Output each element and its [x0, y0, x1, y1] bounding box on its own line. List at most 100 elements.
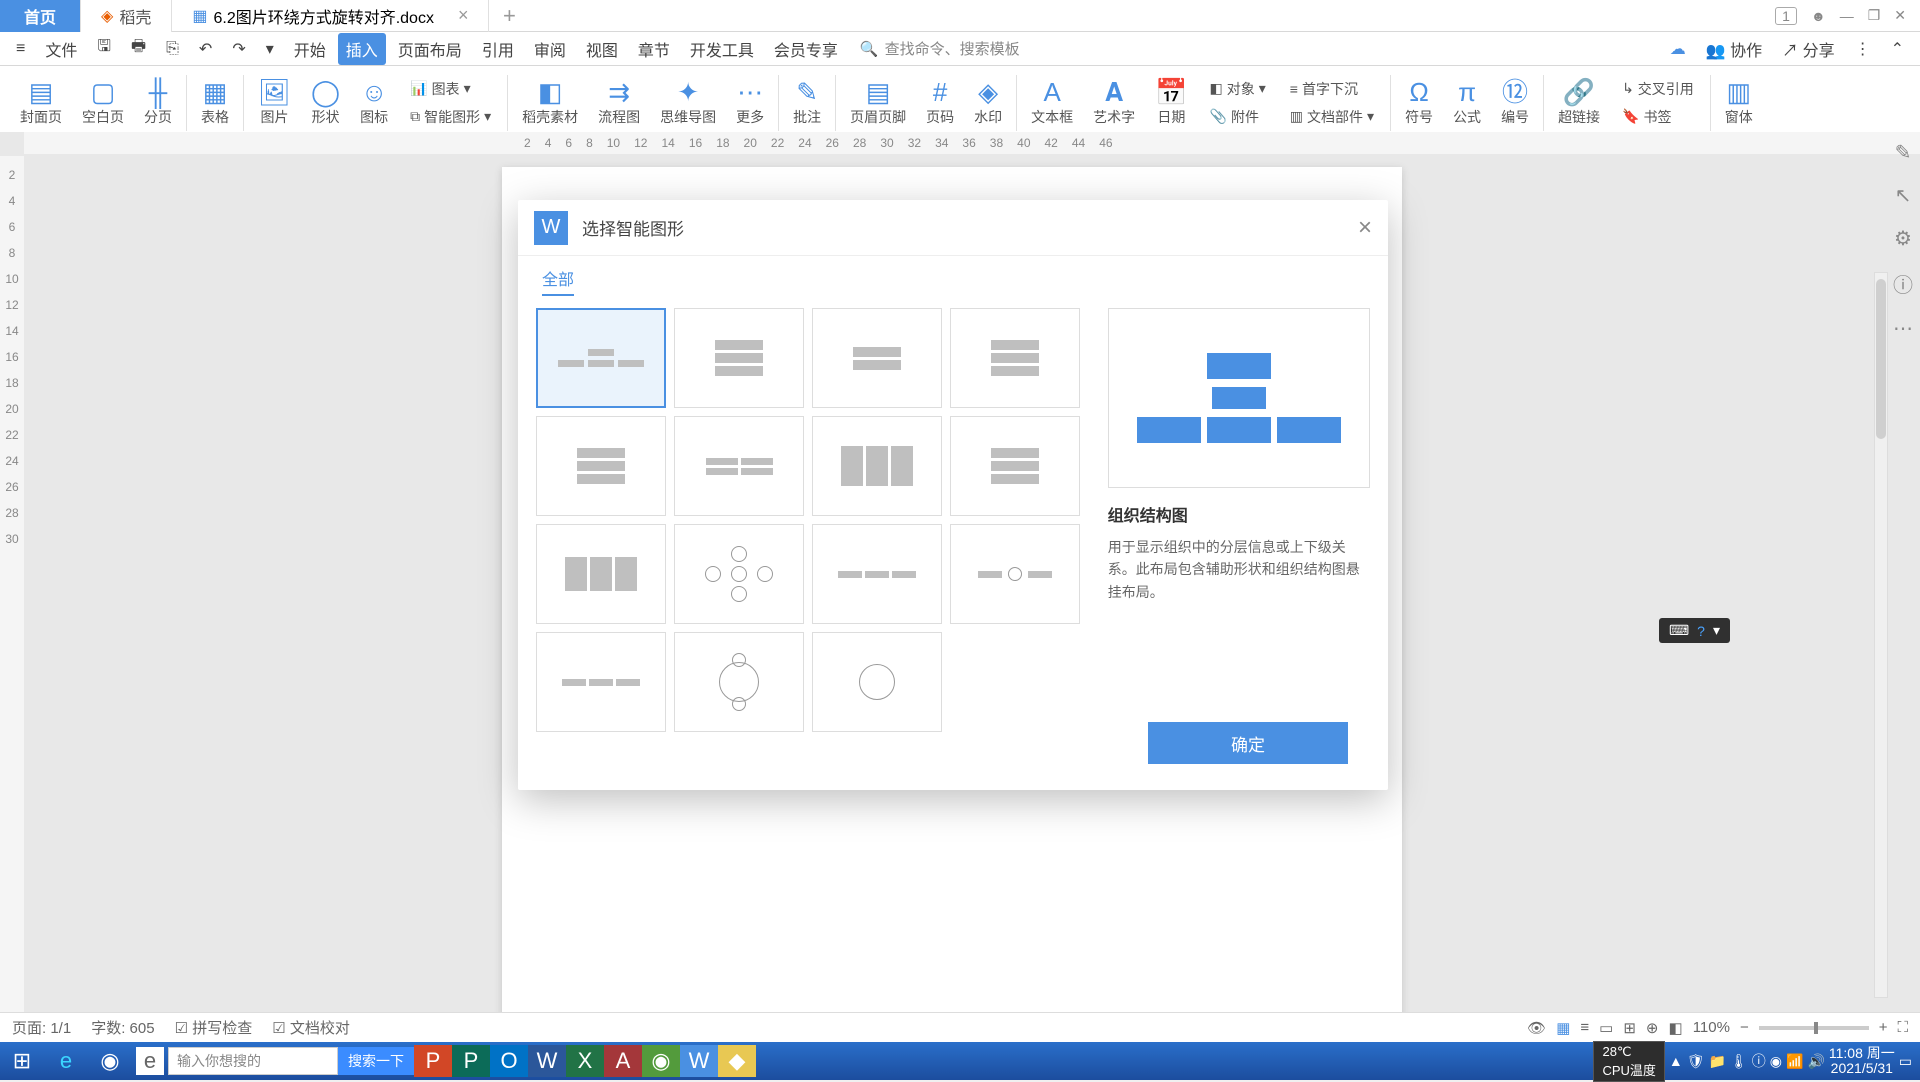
menu-view[interactable]: 视图 — [578, 33, 626, 65]
browser-icon[interactable]: ◉ — [642, 1045, 680, 1077]
thumb-9[interactable] — [536, 524, 666, 624]
tray-icon-2[interactable]: 🛡 — [1687, 1053, 1705, 1070]
ribbon-icon[interactable]: ☺图标 — [350, 77, 398, 129]
ribbon-mind[interactable]: ✦思维导图 — [650, 77, 726, 129]
thumb-14[interactable] — [674, 632, 804, 732]
menu-chapter[interactable]: 章节 — [630, 33, 678, 65]
vertical-ruler[interactable]: 24681012141618202224262830 — [0, 156, 24, 1042]
zoom-in-icon[interactable]: + — [1879, 1019, 1888, 1036]
layout-web-icon[interactable]: ⊞ — [1623, 1019, 1636, 1037]
tab-all[interactable]: 全部 — [542, 266, 574, 296]
ribbon-headfoot[interactable]: ▤页眉页脚 — [840, 77, 916, 129]
ribbon-bookmark[interactable]: 🔖 书签 — [1616, 105, 1700, 129]
tab-home[interactable]: 首页 — [0, 0, 81, 32]
word-icon[interactable]: W — [528, 1045, 566, 1077]
thumb-8[interactable] — [950, 416, 1080, 516]
ie-icon[interactable]: e — [44, 1043, 88, 1079]
ribbon-shape[interactable]: ◯形状 — [301, 77, 350, 129]
ribbon-blank[interactable]: ▢空白页 — [72, 77, 134, 129]
overflow-icon[interactable]: ⋯ — [1893, 316, 1913, 341]
ribbon-dockermat[interactable]: ◧稻壳素材 — [512, 77, 588, 129]
layout-read-icon[interactable]: ▭ — [1599, 1019, 1613, 1037]
outlook-icon[interactable]: O — [490, 1045, 528, 1077]
status-doccheck[interactable]: ☑ 文档校对 — [272, 1017, 350, 1038]
publisher-icon[interactable]: P — [452, 1045, 490, 1077]
powerpoint-icon[interactable]: P — [414, 1045, 452, 1077]
settings-icon[interactable]: ⚙ — [1894, 226, 1912, 251]
thumb-6[interactable] — [674, 416, 804, 516]
wps-task-icon[interactable]: W — [680, 1045, 718, 1077]
menu-start[interactable]: 开始 — [286, 33, 334, 65]
hamburger-icon[interactable]: ≡ — [8, 36, 33, 62]
new-tab-button[interactable]: + — [489, 3, 529, 29]
ribbon-flow[interactable]: ⇉流程图 — [588, 77, 650, 129]
thumb-15[interactable] — [812, 632, 942, 732]
tab-docker[interactable]: ◈ 稻壳 — [81, 0, 172, 32]
menu-pagelayout[interactable]: 页面布局 — [390, 33, 470, 65]
thumb-10[interactable] — [674, 524, 804, 624]
tray-icon-4[interactable]: 🌡 — [1730, 1053, 1748, 1070]
ribbon-pagebreak[interactable]: ╫分页 — [134, 77, 182, 129]
command-search[interactable]: 🔍 查找命令、搜索模板 — [860, 38, 1020, 59]
thumb-13[interactable] — [536, 632, 666, 732]
ribbon-watermark[interactable]: ◈水印 — [964, 77, 1012, 129]
ribbon-firstdrop[interactable]: ≡ 首字下沉 — [1284, 77, 1380, 101]
ribbon-pageno[interactable]: #页码 — [916, 77, 964, 129]
tray-icon-3[interactable]: 📁 — [1709, 1053, 1726, 1070]
ribbon-date[interactable]: 📅日期 — [1145, 77, 1197, 129]
ribbon-object[interactable]: ◧ 对象 ▾ — [1204, 77, 1272, 101]
layout-outline-icon[interactable]: ≡ — [1580, 1019, 1589, 1036]
ribbon-comment[interactable]: ✎批注 — [783, 77, 831, 129]
ribbon-more[interactable]: ⋯更多 — [726, 77, 774, 129]
qat-redo-icon[interactable]: ↷ — [224, 35, 253, 63]
ribbon-smart[interactable]: ⧉ 智能图形 ▾ — [404, 105, 497, 129]
ribbon-xref[interactable]: ↳ 交叉引用 — [1616, 77, 1700, 101]
eye-icon[interactable]: 👁 — [1527, 1019, 1546, 1037]
thumb-7[interactable] — [812, 416, 942, 516]
maximize-icon[interactable]: ❐ — [1868, 7, 1881, 24]
vertical-scrollbar[interactable] — [1874, 272, 1888, 998]
tray-icon-6[interactable]: ◉ — [1770, 1053, 1782, 1070]
status-page[interactable]: 页面: 1/1 — [12, 1017, 71, 1038]
thumb-4[interactable] — [950, 308, 1080, 408]
tray-action-icon[interactable]: ▭ — [1899, 1053, 1912, 1070]
qat-undo-icon[interactable]: ↶ — [191, 35, 220, 63]
chevron-down-icon[interactable]: ▾ — [1713, 622, 1720, 639]
share-button[interactable]: ↗ 分享 — [1774, 33, 1842, 65]
ribbon-link[interactable]: 🔗超链接 — [1548, 77, 1610, 129]
tray-clock[interactable]: 11:08 周一 2021/5/31 — [1829, 1046, 1895, 1077]
ok-button[interactable]: 确定 — [1148, 722, 1348, 764]
minimize-icon[interactable]: — — [1840, 8, 1854, 24]
horizontal-ruler[interactable]: 2468101214161820222426283032343638404244… — [24, 132, 1896, 154]
collab-button[interactable]: 👥 协作 — [1698, 33, 1770, 65]
close-icon[interactable]: × — [458, 5, 469, 26]
ribbon-table[interactable]: ▦表格 — [191, 77, 239, 129]
qat-print-icon[interactable]: 🖶 — [123, 31, 154, 66]
menu-reference[interactable]: 引用 — [474, 33, 522, 65]
qat-more-icon[interactable]: ▾ — [258, 35, 282, 63]
keyboard-icon[interactable]: ⌨ — [1669, 622, 1689, 639]
thumb-12[interactable] — [950, 524, 1080, 624]
help-icon[interactable]: ⓘ — [1893, 269, 1913, 298]
access-icon[interactable]: A — [604, 1045, 642, 1077]
ribbon-number[interactable]: ⑫编号 — [1491, 77, 1539, 129]
ribbon-docpart[interactable]: ▥ 文档部件 ▾ — [1284, 105, 1380, 129]
ribbon-symbol[interactable]: Ω符号 — [1395, 77, 1443, 129]
ribbon-kit[interactable]: ▥窗体 — [1715, 77, 1763, 129]
thumb-11[interactable] — [812, 524, 942, 624]
ribbon-artword[interactable]: 𝐀艺术字 — [1083, 77, 1145, 129]
thumb-org-chart[interactable] — [536, 308, 666, 408]
dialog-close-icon[interactable]: × — [1358, 214, 1372, 242]
thumb-2[interactable] — [674, 308, 804, 408]
collapse-ribbon-icon[interactable]: ⌃ — [1883, 35, 1912, 63]
status-spell[interactable]: ☑ 拼写检查 — [175, 1017, 253, 1038]
excel-icon[interactable]: X — [566, 1045, 604, 1077]
menu-file[interactable]: 文件 — [37, 33, 85, 65]
taskbar-search-button[interactable]: 搜索一下 — [338, 1047, 414, 1075]
taskbar-search[interactable]: 输入你想搜的 — [168, 1047, 338, 1075]
status-zoom[interactable]: 110% — [1693, 1019, 1730, 1036]
window-close-icon[interactable]: ✕ — [1894, 7, 1906, 24]
ribbon-formula[interactable]: π公式 — [1443, 77, 1491, 129]
menu-devtools[interactable]: 开发工具 — [682, 33, 762, 65]
menu-insert[interactable]: 插入 — [338, 33, 386, 65]
